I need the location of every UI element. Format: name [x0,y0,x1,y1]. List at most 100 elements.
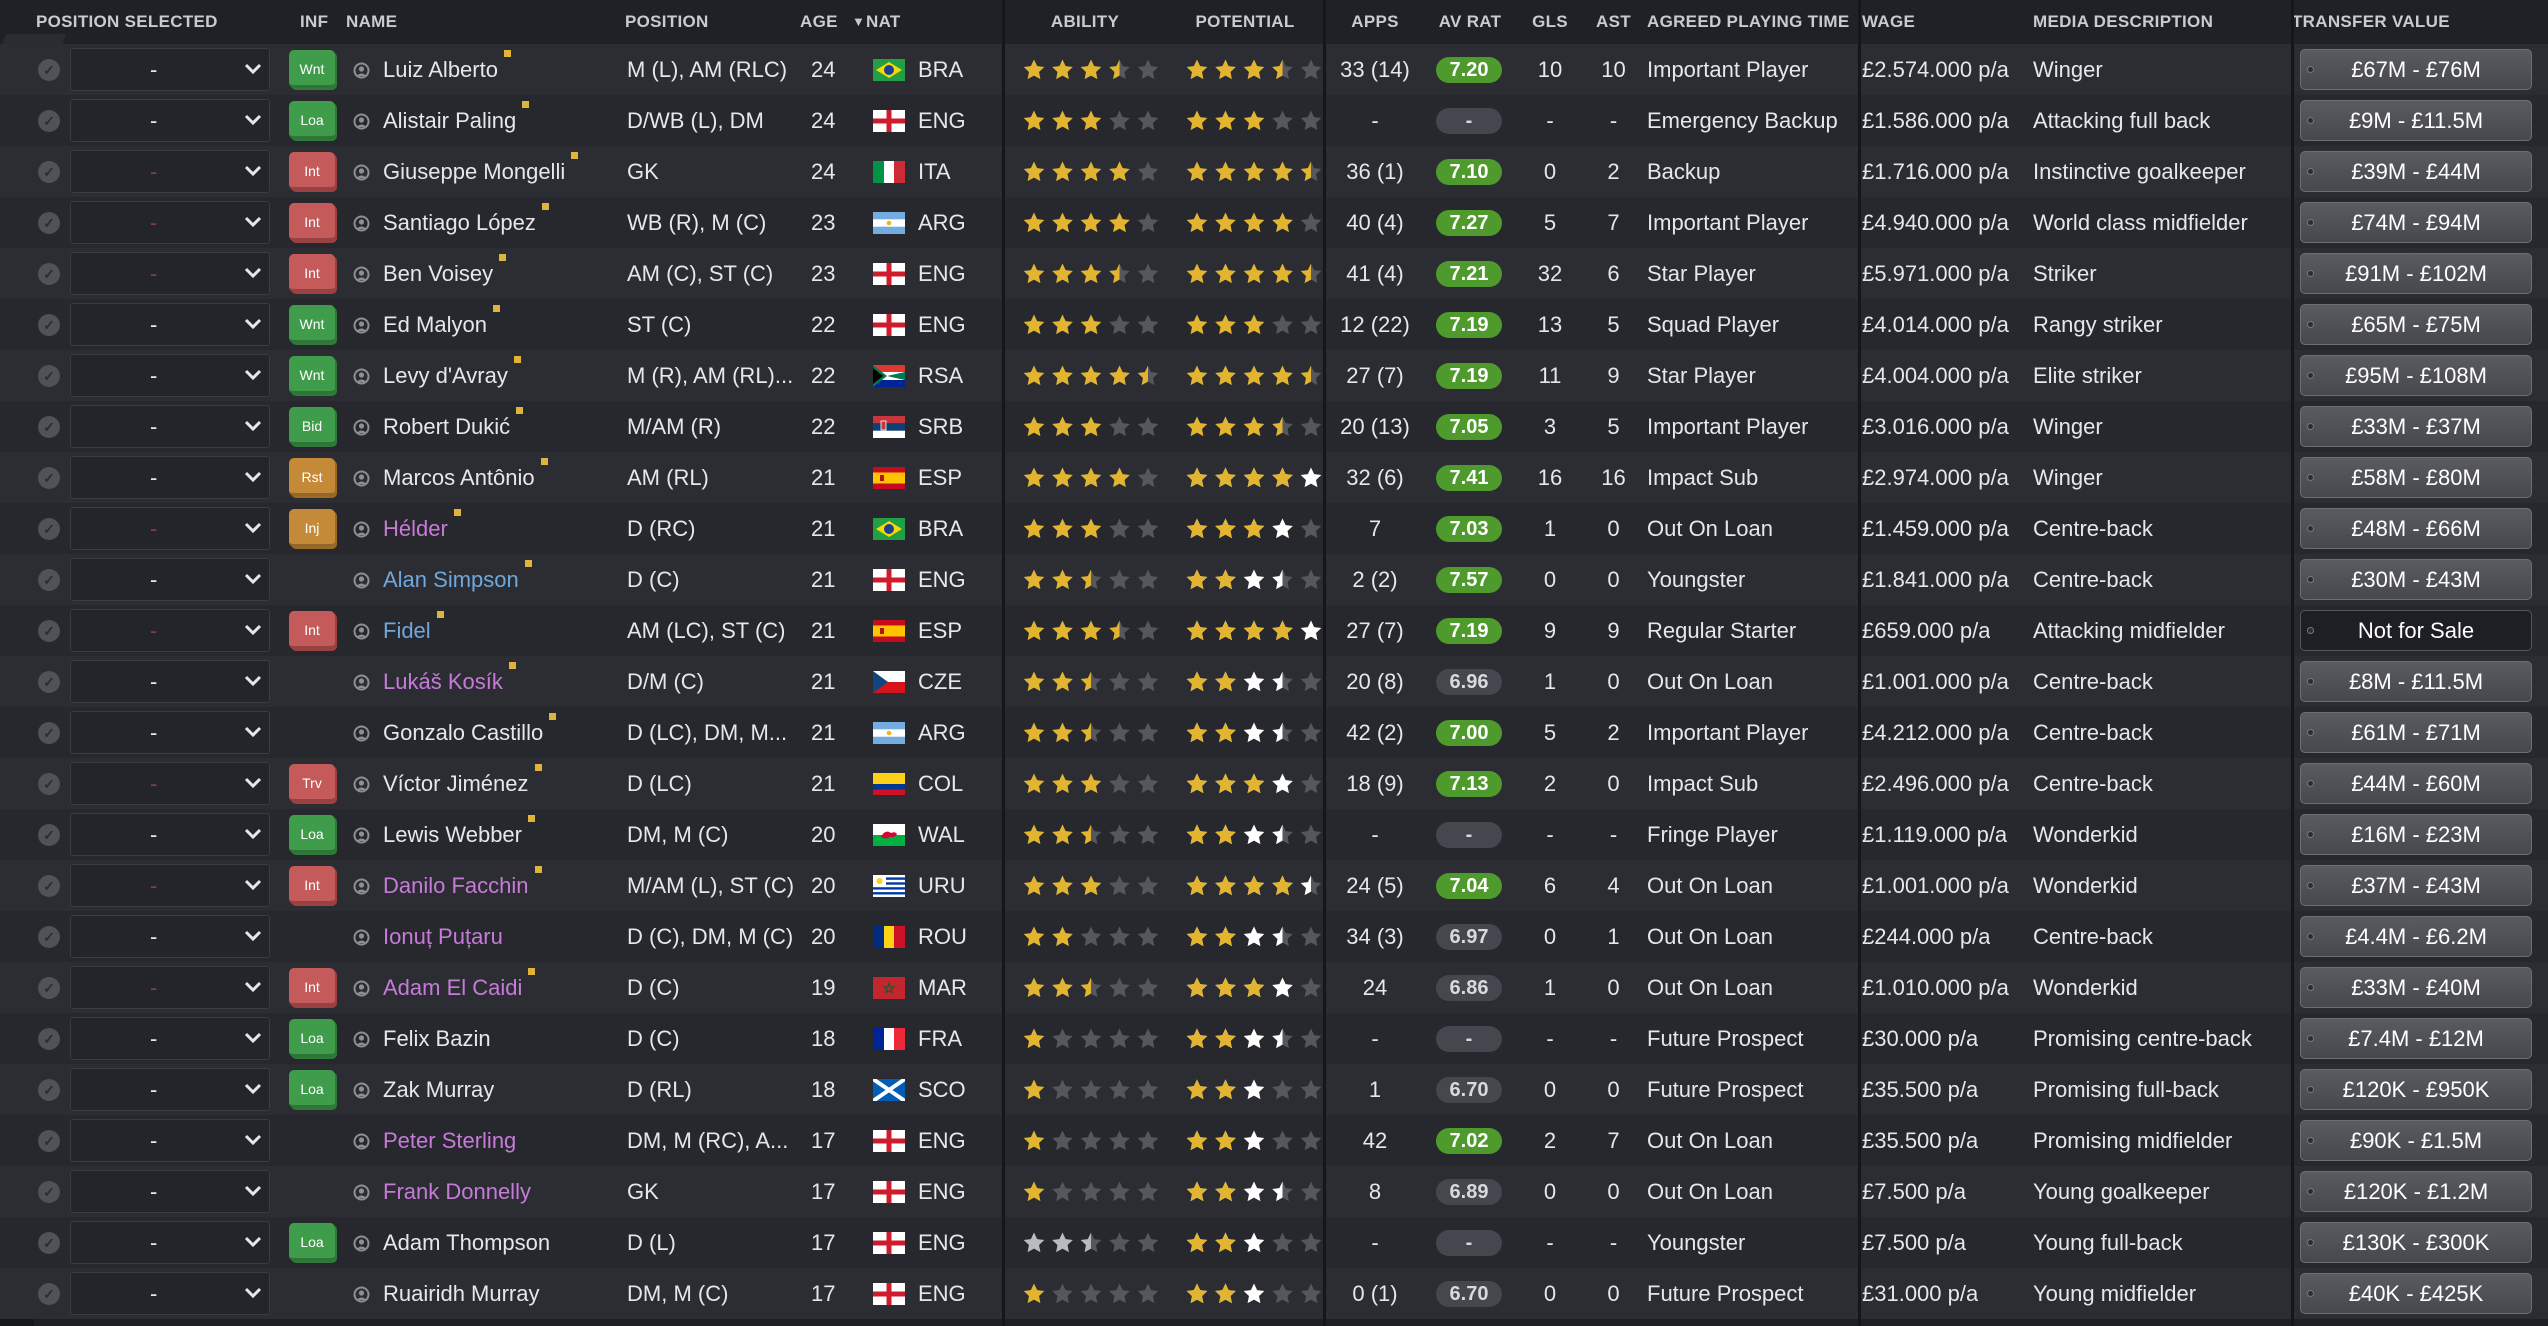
table-row[interactable]: ✓ - Wnt Luiz Alberto M (L), AM (RLC) 24 BRA 33 … [0,44,2548,95]
position-select[interactable] [70,201,270,244]
position-select[interactable] [70,252,270,295]
player-name[interactable]: Adam El Caidi [383,962,522,1013]
player-name[interactable]: Ionuț Puțaru [383,911,503,962]
player-name[interactable]: Santiago López [383,197,536,248]
position-select[interactable] [70,966,270,1009]
table-row[interactable]: ✓ - Loa Lewis Webber DM, M (C) 20 WAL - - - - Fring… [0,809,2548,860]
position-select[interactable] [70,1170,270,1213]
select-checkbox[interactable]: ✓ [38,977,60,999]
player-name[interactable]: Marcos Antônio [383,452,535,503]
status-badge[interactable]: Loa [289,815,335,853]
table-row[interactable]: ✓ - Int Fidel AM (LC), ST (C) 21 ESP 27 (7) 7.19… [0,605,2548,656]
select-checkbox[interactable]: ✓ [38,1079,60,1101]
header-gls[interactable]: GLS [1520,0,1580,44]
transfer-value-button[interactable]: £40K - £425K [2300,1273,2532,1314]
player-name[interactable]: Felix Bazin [383,1013,491,1064]
select-checkbox[interactable]: ✓ [38,365,60,387]
header-ast[interactable]: AST [1585,0,1642,44]
table-row[interactable]: ✓ - Loa Zak Murray D (RL) 18 SCO 1 6.70 0 0 Future … [0,1064,2548,1115]
transfer-value-button[interactable]: £130K - £300K [2300,1222,2532,1263]
transfer-value-button[interactable]: £120K - £950K [2300,1069,2532,1110]
chevron-down-icon[interactable] [244,1115,268,1166]
player-name[interactable]: Gonzalo Castillo [383,707,543,758]
select-checkbox[interactable]: ✓ [38,314,60,336]
player-name[interactable]: Víctor Jiménez [383,758,529,809]
select-checkbox[interactable]: ✓ [38,263,60,285]
header-apps[interactable]: APPS [1330,0,1420,44]
position-select[interactable] [70,1068,270,1111]
transfer-value-button[interactable]: Not for Sale [2300,610,2532,651]
select-checkbox[interactable]: ✓ [38,1283,60,1305]
status-badge[interactable]: Bid [289,407,335,445]
chevron-down-icon[interactable] [244,656,268,707]
chevron-down-icon[interactable] [244,809,268,860]
transfer-value-button[interactable]: £61M - £71M [2300,712,2532,753]
table-row[interactable]: ✓ - Inj Hélder D (RC) 21 BRA 7 7.03 1 0 Out On Loan… [0,503,2548,554]
transfer-value-button[interactable]: £58M - £80M [2300,457,2532,498]
player-name[interactable]: Ed Malyon [383,299,487,350]
player-name[interactable]: Adam Thompson [383,1217,550,1268]
status-badge[interactable]: Int [289,152,335,190]
table-row[interactable]: ✓ - Ionuț Puțaru D (C), DM, M (C) 20 ROU 34 (3… [0,911,2548,962]
chevron-down-icon[interactable] [244,605,268,656]
chevron-down-icon[interactable] [244,1268,268,1319]
player-name[interactable]: Hélder [383,503,448,554]
chevron-down-icon[interactable] [244,1013,268,1064]
chevron-down-icon[interactable] [244,248,268,299]
player-name[interactable]: Danilo Facchin [383,860,529,911]
status-badge[interactable]: Rst [289,458,335,496]
chevron-down-icon[interactable] [244,758,268,809]
player-name[interactable]: Zak Murray [383,1064,494,1115]
table-row[interactable]: ✓ - Ruairidh Murray DM, M (C) 17 ENG 0 (1) 6.70… [0,1268,2548,1319]
table-row[interactable]: ✓ - Peter Sterling DM, M (RC), A... 17 ENG 42 7… [0,1115,2548,1166]
transfer-value-button[interactable]: £9M - £11.5M [2300,100,2532,141]
transfer-value-button[interactable]: £48M - £66M [2300,508,2532,549]
position-select[interactable] [70,1119,270,1162]
header-position[interactable]: POSITION [625,0,709,44]
status-badge[interactable]: Int [289,203,335,241]
position-select[interactable] [70,354,270,397]
select-checkbox[interactable]: ✓ [38,416,60,438]
status-badge[interactable]: Loa [289,101,335,139]
chevron-down-icon[interactable] [244,95,268,146]
select-checkbox[interactable]: ✓ [38,671,60,693]
table-row[interactable]: ✓ - Int Adam El Caidi D (C) 19 MAR 24 6.86 1 0 Out … [0,962,2548,1013]
transfer-value-button[interactable]: £33M - £40M [2300,967,2532,1008]
status-badge[interactable]: Wnt [289,50,335,88]
status-badge[interactable]: Inj [289,509,335,547]
table-row[interactable]: ✓ - Gonzalo Castillo D (LC), DM, M... 21 ARG 4… [0,707,2548,758]
select-checkbox[interactable]: ✓ [38,824,60,846]
header-potential[interactable]: POTENTIAL [1170,0,1320,44]
table-row[interactable]: ✓ - Loa Alistair Paling D/WB (L), DM 24 ENG - - -… [0,95,2548,146]
select-checkbox[interactable]: ✓ [38,773,60,795]
table-row[interactable]: ✓ - Loa Adam Thompson D (L) 17 ENG - - - - Youngste… [0,1217,2548,1268]
chevron-down-icon[interactable] [244,503,268,554]
status-badge[interactable]: Wnt [289,305,335,343]
transfer-value-button[interactable]: £37M - £43M [2300,865,2532,906]
select-checkbox[interactable]: ✓ [38,875,60,897]
header-ability[interactable]: ABILITY [1010,0,1160,44]
table-row[interactable]: ✓ - Trv Víctor Jiménez D (LC) 21 COL 18 (9) 7.13… [0,758,2548,809]
transfer-value-button[interactable]: £33M - £37M [2300,406,2532,447]
chevron-down-icon[interactable] [244,1064,268,1115]
table-row[interactable]: ✓ - Loa Felix Bazin D (C) 18 FRA - - - - Future Pro… [0,1013,2548,1064]
status-badge[interactable]: Int [289,866,335,904]
transfer-value-button[interactable]: £30M - £43M [2300,559,2532,600]
table-row[interactable]: ✓ - Alan Simpson D (C) 21 ENG 2 (2) 7.57 0 0 Young… [0,554,2548,605]
select-checkbox[interactable]: ✓ [38,59,60,81]
player-name[interactable]: Alistair Paling [383,95,516,146]
chevron-down-icon[interactable] [244,860,268,911]
transfer-value-button[interactable]: £74M - £94M [2300,202,2532,243]
header-age[interactable]: AGE [800,0,838,44]
transfer-value-button[interactable]: £120K - £1.2M [2300,1171,2532,1212]
chevron-down-icon[interactable] [244,707,268,758]
position-select[interactable] [70,915,270,958]
status-badge[interactable]: Int [289,968,335,1006]
position-select[interactable] [70,150,270,193]
player-name[interactable]: Ben Voisey [383,248,493,299]
player-name[interactable]: Ruairidh Murray [383,1268,540,1319]
header-name[interactable]: NAME [346,0,397,44]
transfer-value-button[interactable]: £4.4M - £6.2M [2300,916,2532,957]
player-name[interactable]: Alan Simpson [383,554,519,605]
table-row[interactable]: ✓ - Lukáš Kosík D/M (C) 21 CZE 20 (8) 6.96 1 0 Out… [0,656,2548,707]
